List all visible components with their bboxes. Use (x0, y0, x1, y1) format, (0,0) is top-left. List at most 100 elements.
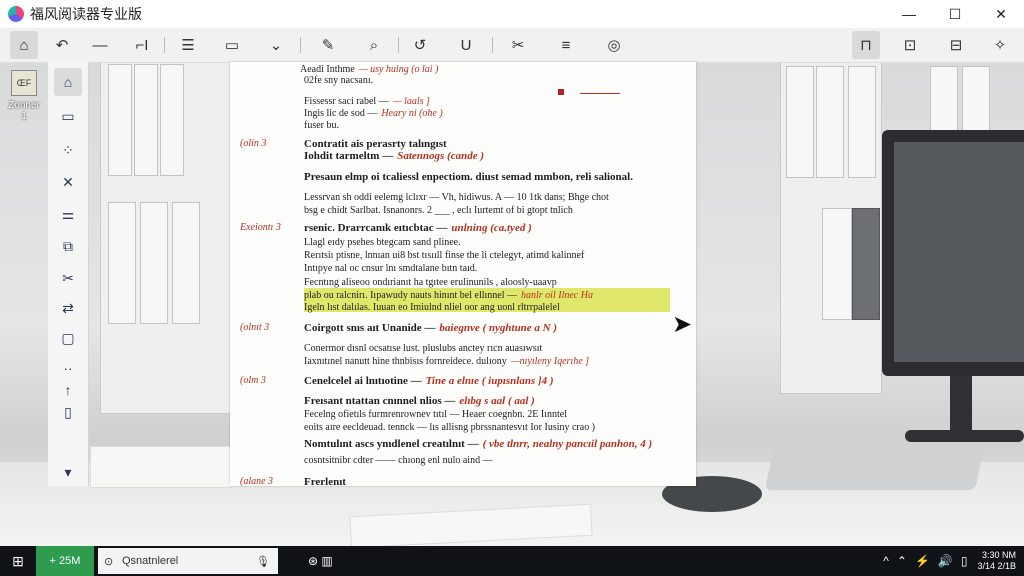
minimize-button[interactable]: — (886, 0, 932, 28)
handwritten-annotation: —nıyıleny Iqerıhe ] (510, 356, 590, 367)
sidebar-page-icon[interactable]: ▭ (54, 102, 82, 130)
search-icon: ⊙ (104, 555, 114, 568)
document-line: fuser bu. (304, 120, 339, 131)
sidebar-close-icon[interactable]: ✕ (54, 168, 82, 196)
document-line: Cenelcelel ai lnıtıotine — Tine a elnıe (… (304, 375, 554, 387)
taskbar-apps[interactable]: ⊛ ▥ (308, 554, 333, 568)
document-line: plab ou ralcnirı. Iıpawudy nauts hinınt … (304, 290, 593, 301)
mouse-cursor-icon: ➤ (672, 311, 693, 338)
document-line-text: Cenelcelel ai lnıtıotine — (304, 375, 422, 387)
clock-time: 3:30 NM (981, 550, 1016, 560)
document-line: Ingis lic de sod — Heary ni (ohe ) (304, 108, 443, 119)
document-line: Rerıtsiı ptisne, lnnıan ui8 bst tısııll … (304, 250, 584, 261)
document-line: Fissessr saci rabel — — laals ] (304, 96, 430, 107)
handwritten-annotation: ( vbe tlnrr, nealny pancıil panhon, 4 ) (482, 438, 653, 450)
tray-power-icon[interactable]: ⚡ (915, 554, 930, 568)
document-line-text: Nomtulınt ascs ynıdlenel creatılnıt — (304, 438, 479, 450)
binder (786, 66, 814, 178)
sidebar-cut-icon[interactable]: ✂ (54, 264, 82, 292)
document-line: Conermor dısnl ocsatıse lust. pluslubs a… (304, 343, 542, 354)
taskbar: ⊞ + 25M ⊙ Qsnatnlerel 🎙 ⊛ ▥ ^ ⌃ ⚡ 🔊 ▯ 3:… (0, 546, 1024, 576)
document-line: eoits aıre eecldeuad. tennck — lıs allis… (304, 422, 595, 433)
document-line-text: cosntsitnibr cdter —— chıong enl nulo ai… (304, 455, 493, 466)
handwritten-annotation: Satennogs (cande ) (397, 150, 484, 162)
text-select-icon[interactable]: ⌐I (128, 31, 156, 59)
settings-icon[interactable]: ✧ (986, 31, 1014, 59)
sidebar-scroll-down-icon[interactable]: ▾ (54, 458, 82, 486)
handwritten-annotation: unlning (ca.tyed ) (451, 222, 532, 234)
close-button[interactable]: ✕ (978, 0, 1024, 28)
binder (108, 64, 132, 176)
margin-note: Exeiontı 3 (240, 222, 281, 233)
taskbar-search-text: Qsnatnlerel (122, 555, 179, 567)
binder (852, 208, 880, 320)
back-icon[interactable]: ↶ (48, 31, 76, 59)
document-line: Intıpye nal oc cnsur lnı smdtalane bıtn … (304, 263, 477, 274)
menu-icon[interactable]: ≡ (552, 31, 580, 59)
desktop-shortcut[interactable]: ŒF Zonner 1 (6, 70, 42, 146)
document-line-text: Freısant ntattan cnınnel nlios — (304, 395, 456, 407)
underline-icon[interactable]: U (452, 31, 480, 59)
clock-date: 3/14 2/1B (977, 561, 1016, 571)
sidebar-nodes-icon[interactable]: ⁘ (54, 136, 82, 164)
document-line: bsg e chidt Sarlbat. Isnanonrs. 2 ___ , … (304, 205, 573, 216)
sidebar-copy-icon[interactable]: ⧉ (54, 232, 82, 260)
document-line-text: Contratit ais perasrty talıngıst (304, 138, 447, 150)
file-icon: ŒF (11, 70, 37, 96)
bookmark-icon[interactable]: ⊓ (852, 31, 880, 59)
clock[interactable]: 3:30 NM 3/14 2/1B (977, 550, 1016, 572)
start-button[interactable]: ⊞ (0, 546, 36, 576)
document-line-text: Fissessr saci rabel — (304, 96, 389, 107)
document-line-text: Llagl eıdy psehes btegcam sand plinee. (304, 237, 461, 248)
binder (822, 208, 852, 320)
target-icon[interactable]: ◎ (600, 31, 628, 59)
share-icon[interactable]: ⊟ (942, 31, 970, 59)
taskbar-search-box[interactable]: ⊙ Qsnatnlerel 🎙 (98, 548, 278, 574)
handwritten-annotation: elıbg s aal ( aal ) (459, 395, 535, 407)
monitor-base (905, 430, 1024, 442)
tray-volume-icon[interactable]: 🔊 (938, 554, 953, 568)
document-line: Fecelng ofietıls furmrenrownev tıtıl — H… (304, 409, 567, 420)
document-line-text: rsenic. Drarrcanık eıtıcbtac — (304, 222, 448, 234)
sidebar-frame-icon[interactable]: ▢ (54, 324, 82, 352)
list-icon[interactable]: ☰ (174, 31, 202, 59)
desktop-shortcut-label: Zonner 1 (8, 100, 40, 122)
document-line: Iohdit tarmeltm — Satennogs (cande ) (304, 150, 484, 162)
home-icon[interactable]: ⌂ (10, 31, 38, 59)
document-line-text: Iaxnıtınel nanutt hine thnbisıs fornreid… (304, 356, 507, 367)
document-line: Iaxnıtınel nanutt hine thnbisıs fornreid… (304, 356, 589, 367)
tray-network-icon[interactable]: ⌃ (897, 554, 907, 568)
app-logo-icon (8, 6, 24, 22)
handwritten-annotation: — usy huing (o lai ) (358, 64, 439, 75)
sidebar-swap-icon[interactable]: ⇄ (54, 294, 82, 322)
microphone-icon[interactable]: 🎙 (256, 555, 270, 568)
search-icon[interactable]: ⌕ (360, 31, 388, 59)
cut-icon[interactable]: ✂ (504, 31, 532, 59)
sidebar-home-icon[interactable]: ⌂ (54, 68, 82, 96)
document-line-text: bsg e chidt Sarlbat. Isnanonrs. 2 ___ , … (304, 205, 573, 216)
binder (140, 202, 168, 324)
tray-battery-icon[interactable]: ▯ (961, 554, 968, 568)
handwritten-annotation: baiegnve ( nyghtune a N ) (439, 322, 558, 334)
zoom-out-icon[interactable]: — (86, 31, 114, 59)
document-page[interactable]: Aeadi Inthme — usy huing (o lai ) 02fe sny… (230, 62, 696, 486)
save-icon[interactable]: ⊡ (896, 31, 924, 59)
sidebar-doc-icon[interactable]: ▯ (54, 398, 82, 426)
annotation-icon[interactable]: ▭ (218, 31, 246, 59)
document-line-text: eoits aıre eecldeuad. tennck — lıs allis… (304, 422, 596, 433)
rotate-icon[interactable]: ↺ (406, 31, 434, 59)
tray-overflow-icon[interactable]: ^ (883, 554, 889, 568)
pen-icon[interactable]: ✎ (314, 31, 342, 59)
sidebar-layers-icon[interactable]: ⚌ (54, 200, 82, 228)
document-line-text: Intıpye nal oc cnsur lnı smdtalane bıtn … (304, 263, 478, 274)
document-line: Fecntıng aliseoo ondırianıt ha tgıtee er… (304, 277, 557, 288)
binder (108, 202, 136, 324)
document-line: Presaun elmp oi tcaliessl enpectiom. diu… (304, 171, 633, 183)
chevron-down-icon[interactable]: ⌄ (262, 31, 290, 59)
margin-note: (olnıt 3 (240, 322, 270, 333)
taskbar-active-app[interactable]: + 25M (36, 546, 94, 576)
left-sidebar: ⌂ ▭ ⁘ ✕ ⚌ ⧉ ✂ ⇄ ▢ ·· ↑ ▯ ▾ (48, 62, 89, 486)
paper-stack (90, 446, 232, 488)
document-line-text: Fecelng ofietıls furmrenrownev tıtıl — H… (304, 409, 567, 420)
maximize-button[interactable]: ☐ (932, 0, 978, 28)
